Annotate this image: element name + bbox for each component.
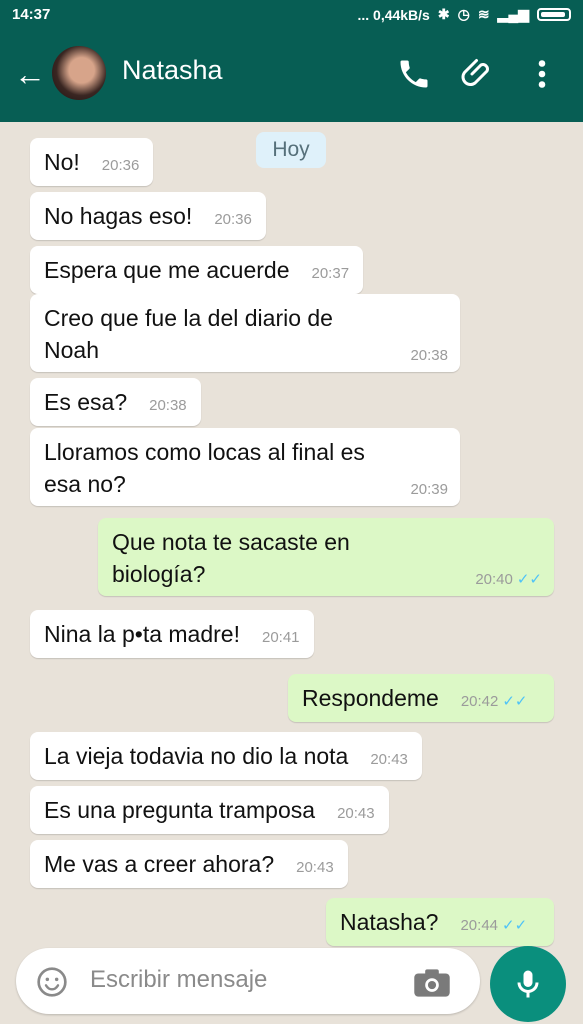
alarm-icon: ◷ xyxy=(457,6,470,22)
message-text: Lloramos como locas al final es esa no? xyxy=(44,439,365,497)
message-time: 20:41 xyxy=(261,629,300,646)
bluetooth-icon: ✱ xyxy=(437,6,450,22)
message-text: Respondeme xyxy=(302,685,439,711)
emoji-icon[interactable] xyxy=(36,966,68,998)
message-meta: 20:44 ✓✓ xyxy=(460,917,527,934)
message-in[interactable]: Nina la p•ta madre! 20:41 xyxy=(30,610,314,658)
message-in[interactable]: Me vas a creer ahora? 20:43 xyxy=(30,840,348,888)
message-text: Nina la p•ta madre! xyxy=(44,621,240,647)
message-text: Creo que fue la del diario de Noah xyxy=(44,305,333,363)
message-time: 20:43 xyxy=(296,859,334,876)
message-input[interactable]: Escribir mensaje xyxy=(16,948,480,1014)
message-in[interactable]: La vieja todavia no dio la nota 20:43 xyxy=(30,732,422,780)
back-arrow-icon[interactable]: ← xyxy=(14,58,46,90)
message-in[interactable]: Espera que me acuerde 20:37 xyxy=(30,246,364,294)
message-text: Que nota te sacaste en biología? xyxy=(112,529,350,587)
message-meta: 20:40 ✓✓ xyxy=(475,572,542,588)
message-time: 20:40 xyxy=(475,571,513,588)
message-time: 20:39 xyxy=(410,481,448,498)
message-time: 20:42 xyxy=(460,693,499,710)
message-time: 20:43 xyxy=(337,805,375,822)
message-placeholder: Escribir mensaje xyxy=(90,966,268,993)
message-text: No hagas eso! xyxy=(44,203,193,229)
message-text: No! xyxy=(44,149,80,175)
message-text: Me vas a creer ahora? xyxy=(44,851,275,877)
message-text: Espera que me acuerde xyxy=(44,257,290,283)
status-time: 14:37 xyxy=(12,6,51,23)
message-in[interactable]: Es una pregunta tramposa 20:43 xyxy=(30,786,389,834)
message-time: 20:43 xyxy=(370,751,408,768)
message-in[interactable]: No hagas eso! 20:36 xyxy=(30,192,266,240)
signal-icon: ▂▄▆ xyxy=(497,6,529,22)
message-text: La vieja todavia no dio la nota xyxy=(44,743,349,769)
mic-icon xyxy=(517,970,539,998)
network-speed: ... 0,44kB/s xyxy=(357,6,430,23)
message-in[interactable]: Lloramos como locas al final es esa no? … xyxy=(30,428,460,506)
wifi-icon: ≋ xyxy=(477,6,490,22)
message-text: Es una pregunta tramposa xyxy=(44,797,316,823)
status-indicators: ... 0,44kB/s ✱ ◷ ≋ ▂▄▆ xyxy=(357,6,571,23)
message-text: Es esa? xyxy=(44,389,128,415)
message-time: 20:38 xyxy=(410,347,448,364)
message-time: 20:44 xyxy=(460,917,499,934)
mic-button[interactable] xyxy=(490,946,566,1022)
read-ticks-icon: ✓✓ xyxy=(502,693,528,710)
message-in[interactable]: Es esa? 20:38 xyxy=(30,378,201,426)
message-meta: 20:42 ✓✓ xyxy=(461,693,528,710)
battery-icon xyxy=(537,8,571,21)
chat-header: ← Natasha xyxy=(0,30,583,122)
message-out[interactable]: Natasha? 20:44 ✓✓ xyxy=(326,898,554,946)
date-chip: Hoy xyxy=(256,132,326,168)
read-ticks-icon: ✓✓ xyxy=(502,917,528,934)
avatar[interactable] xyxy=(52,46,106,100)
contact-name[interactable]: Natasha xyxy=(122,55,223,86)
message-time: 20:36 xyxy=(214,211,252,228)
status-bar: 14:37 ... 0,44kB/s ✱ ◷ ≋ ▂▄▆ xyxy=(0,0,583,30)
message-text: Natasha? xyxy=(340,909,439,935)
paperclip-icon[interactable] xyxy=(460,56,496,92)
more-vert-icon[interactable] xyxy=(524,56,560,92)
composer: Escribir mensaje xyxy=(0,942,583,1024)
message-time: 20:38 xyxy=(149,397,187,414)
read-ticks-icon: ✓✓ xyxy=(516,571,542,588)
message-in[interactable]: Creo que fue la del diario de Noah 20:38 xyxy=(30,294,460,372)
camera-icon[interactable] xyxy=(412,968,452,998)
message-time: 20:37 xyxy=(311,265,350,282)
message-list[interactable]: Hoy No! 20:36 No hagas eso! 20:36 Espera q… xyxy=(0,122,583,946)
phone-icon[interactable] xyxy=(396,56,432,92)
message-time: 20:36 xyxy=(101,157,140,174)
message-in[interactable]: No! 20:36 xyxy=(30,138,154,186)
message-out[interactable]: Respondeme 20:42 ✓✓ xyxy=(288,674,554,722)
message-out[interactable]: Que nota te sacaste en biología? 20:40 ✓✓ xyxy=(98,518,554,596)
